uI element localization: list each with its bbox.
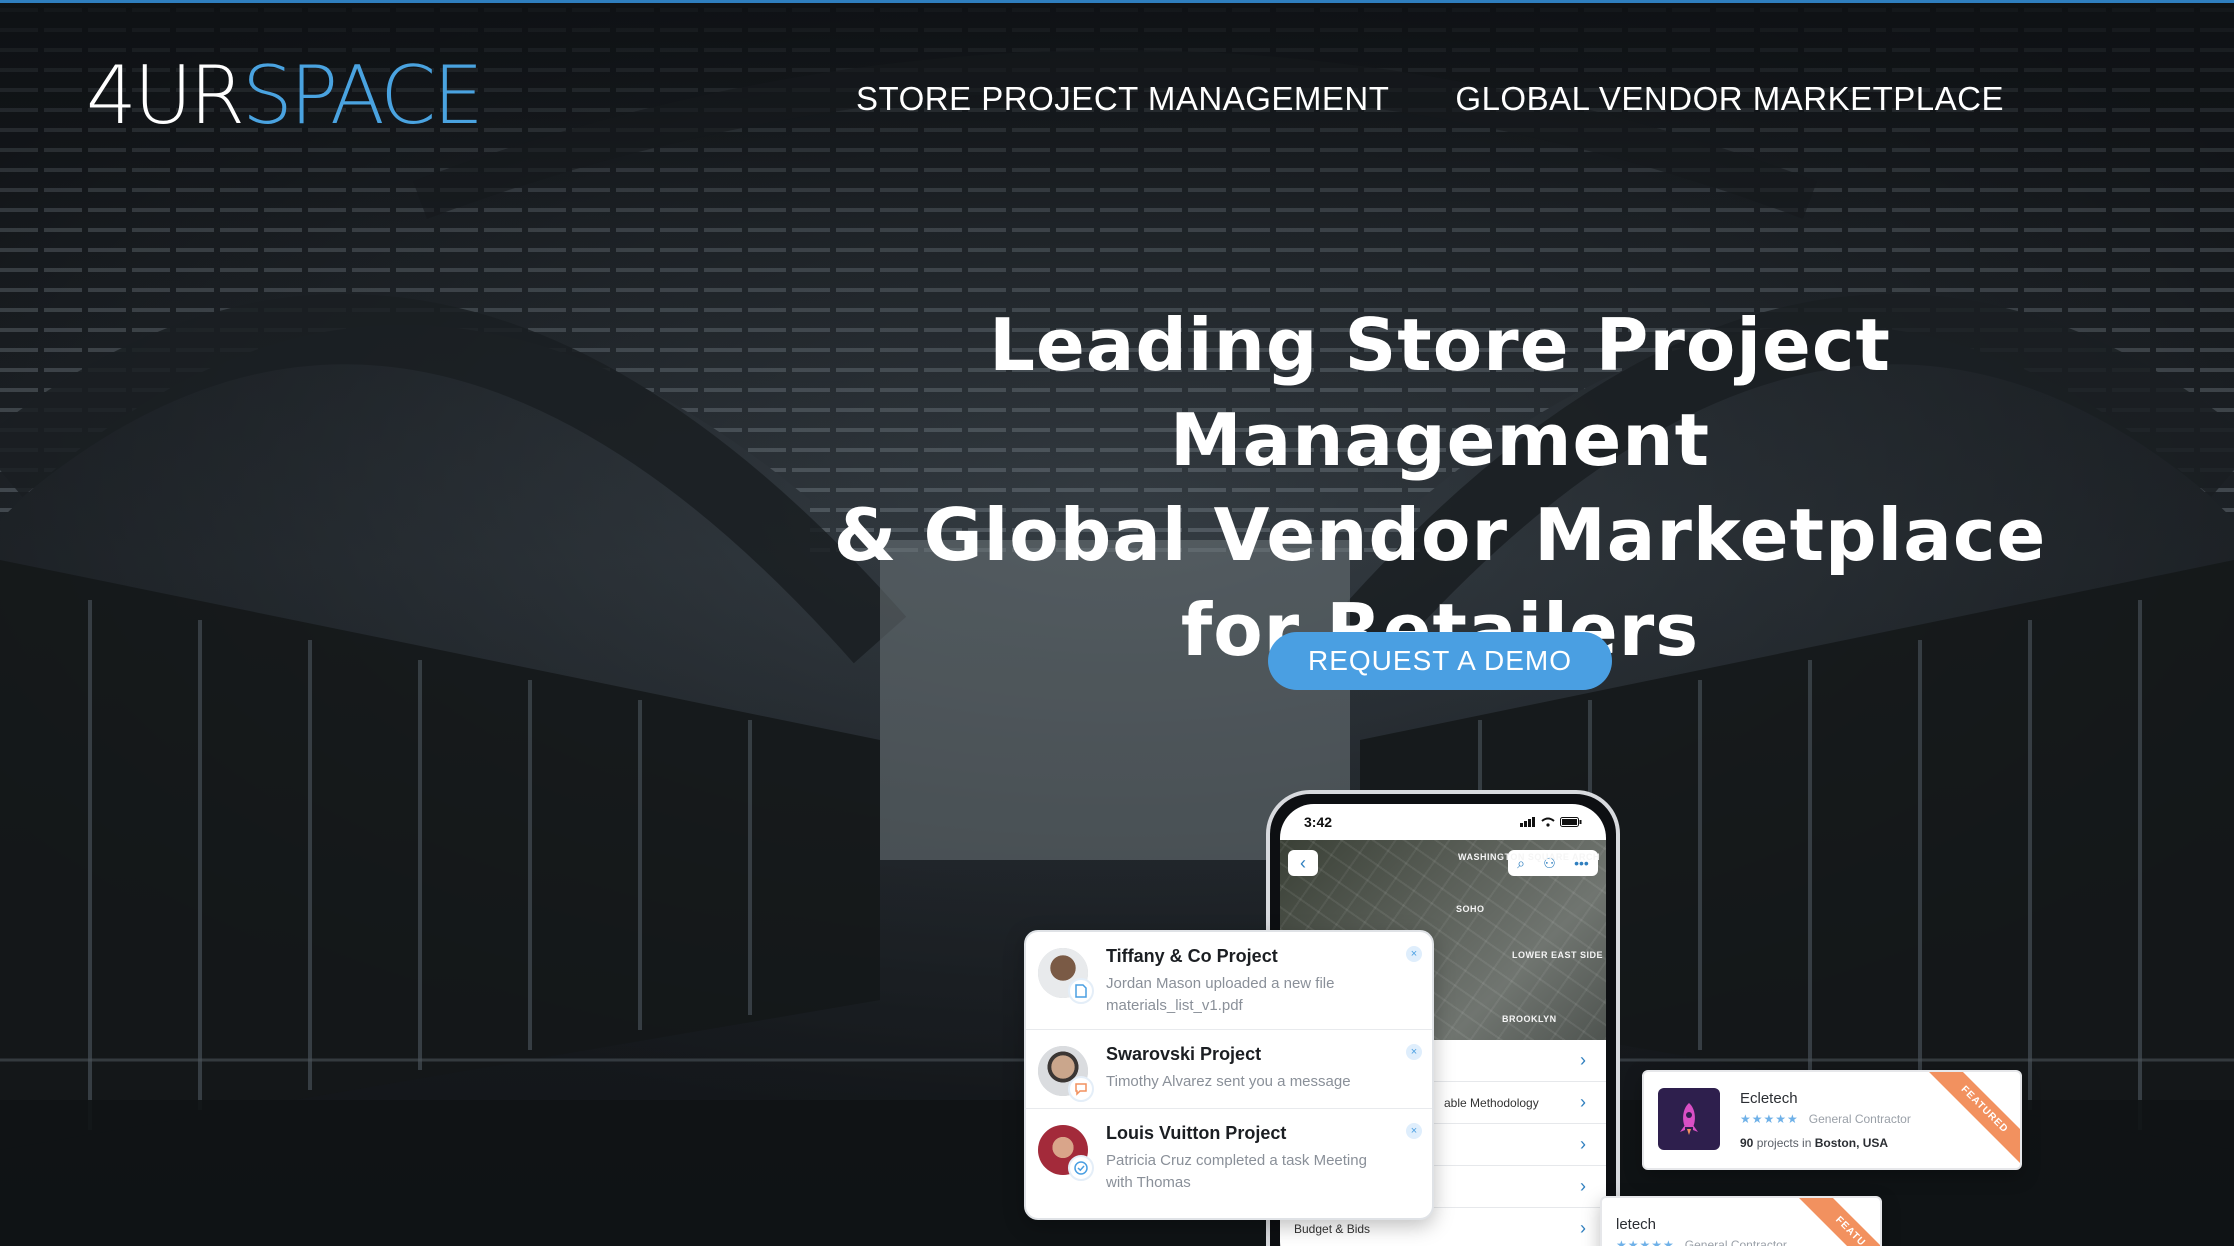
phone-time: 3:42 — [1304, 814, 1333, 830]
featured-ribbon: FEATU — [1792, 1198, 1880, 1246]
chevron-right-icon: › — [1580, 1218, 1586, 1238]
avatar — [1038, 948, 1094, 1004]
vendor-rating-row: ★★★★★ General Contractor — [1740, 1112, 1911, 1126]
phone-status-bar: 3:42 — [1280, 804, 1606, 840]
vendor-location: Boston, USA — [1814, 1136, 1889, 1150]
hero-title-line-2: & Global Vendor Marketplace — [833, 493, 2047, 577]
notification-body: Patricia Cruz completed a task Meeting — [1106, 1152, 1367, 1169]
file-icon — [1068, 978, 1094, 1004]
notification-item[interactable]: Swarovski Project Timothy Alvarez sent y… — [1026, 1030, 1432, 1109]
check-icon — [1068, 1155, 1094, 1181]
notification-title: Louis Vuitton Project — [1106, 1123, 1287, 1143]
back-icon[interactable]: ‹ — [1288, 850, 1318, 876]
request-demo-button[interactable]: REQUEST A DEMO — [1268, 632, 1612, 690]
avatar — [1038, 1046, 1094, 1102]
vendor-rating-row: ★★★★★ General Contractor — [1616, 1238, 1787, 1246]
logo-text-accent: SPACE — [242, 49, 484, 142]
vendor-category: General Contractor — [1808, 1112, 1911, 1126]
vendor-category: General Contractor — [1684, 1238, 1787, 1246]
wifi-icon — [1541, 817, 1555, 827]
notification-title: Tiffany & Co Project — [1106, 946, 1278, 966]
notification-item[interactable]: Tiffany & Co Project Jordan Mason upload… — [1026, 932, 1432, 1030]
status-icons — [1520, 817, 1582, 827]
notifications-card: Tiffany & Co Project Jordan Mason upload… — [1024, 930, 1434, 1220]
featured-ribbon: FEATURED — [1926, 1072, 2020, 1168]
projects-count: 90 — [1740, 1136, 1754, 1150]
vendor-card[interactable]: letech ★★★★★ General Contractor FEATU — [1600, 1196, 1882, 1246]
hero-title: Leading Store Project Management & Globa… — [740, 298, 2140, 678]
avatar — [1038, 1125, 1094, 1181]
close-icon[interactable]: × — [1406, 1123, 1422, 1139]
hero-title-line-1: Leading Store Project Management — [989, 303, 1891, 482]
logo-text-primary: 4UR — [86, 49, 245, 142]
notification-body: Timothy Alvarez sent you a message — [1106, 1073, 1351, 1090]
star-rating: ★★★★★ — [1740, 1112, 1799, 1126]
close-icon[interactable]: × — [1406, 1044, 1422, 1060]
chevron-right-icon: › — [1580, 1134, 1586, 1154]
chevron-right-icon: › — [1580, 1176, 1586, 1196]
signal-icon — [1520, 817, 1535, 827]
chevron-right-icon: › — [1580, 1050, 1586, 1070]
vendor-projects: 90 projects in Boston, USA — [1740, 1136, 1888, 1150]
notification-body: with Thomas — [1106, 1174, 1191, 1191]
notification-item[interactable]: Louis Vuitton Project Patricia Cruz comp… — [1026, 1109, 1432, 1206]
notification-body: materials_list_v1.pdf — [1106, 997, 1243, 1014]
vendor-name: Ecletech — [1740, 1090, 1798, 1107]
chevron-right-icon: › — [1580, 1092, 1586, 1112]
projects-text: projects in — [1756, 1136, 1812, 1150]
notification-body: Jordan Mason uploaded a new file — [1106, 975, 1335, 992]
rocket-icon — [1658, 1088, 1720, 1150]
close-icon[interactable]: × — [1406, 946, 1422, 962]
brand-logo[interactable]: 4URSPACE — [86, 56, 484, 136]
chat-icon — [1068, 1076, 1094, 1102]
map-label: WASHINGTON SQUARE ARCH — [1458, 852, 1601, 862]
notification-title: Swarovski Project — [1106, 1044, 1262, 1064]
map-label: LOWER EAST SIDE — [1512, 950, 1604, 960]
map-label: SOHO — [1456, 904, 1485, 914]
battery-icon — [1560, 817, 1582, 827]
main-nav: STORE PROJECT MANAGEMENT GLOBAL VENDOR M… — [856, 80, 2004, 118]
vendor-name: letech — [1616, 1216, 1657, 1233]
nav-store-project-management[interactable]: STORE PROJECT MANAGEMENT — [856, 80, 1389, 118]
star-rating: ★★★★★ — [1616, 1238, 1675, 1246]
budget-bids-label: Budget & Bids — [1294, 1221, 1371, 1236]
vendor-card[interactable]: Ecletech ★★★★★ General Contractor 90 proj… — [1642, 1070, 2022, 1170]
top-accent-line — [0, 0, 2234, 3]
map-label: BROOKLYN — [1502, 1014, 1557, 1024]
nav-global-vendor-marketplace[interactable]: GLOBAL VENDOR MARKETPLACE — [1455, 80, 2004, 118]
